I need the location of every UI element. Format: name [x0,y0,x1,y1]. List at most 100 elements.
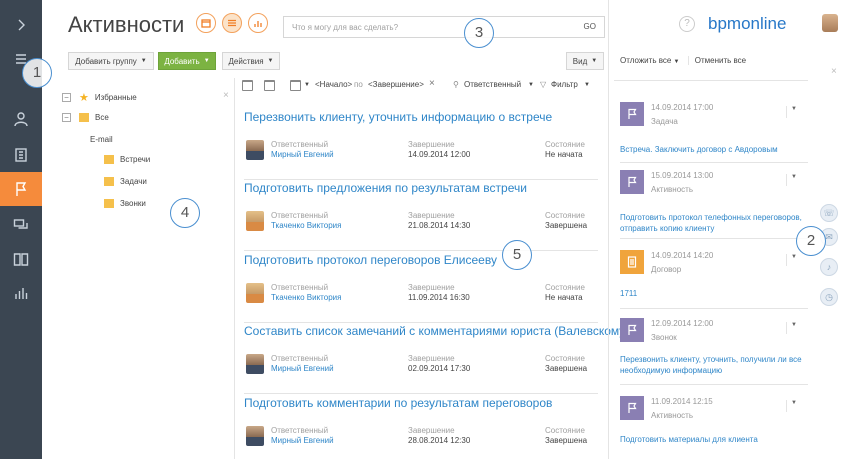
activity-row[interactable]: Подготовить предложения по результатам в… [244,181,598,251]
status-label: Состояние [545,140,585,149]
activity-title-link[interactable]: Подготовить предложения по результатам в… [244,181,527,195]
reminder-menu-chevron-icon[interactable]: ▼ [786,254,798,266]
close-panel-icon[interactable]: × [831,66,837,77]
activity-title-link[interactable]: Составить список замечаний с комментария… [244,324,629,338]
chevron-down-icon[interactable]: ▼ [584,82,590,88]
owner-link[interactable]: Мирный Евгений [271,150,334,159]
reminders-divider [614,80,808,81]
list-view-button[interactable] [222,13,242,33]
owner-filter-label[interactable]: Ответственный [464,80,521,89]
status-label: Состояние [545,211,585,220]
chevron-down-icon: ▼ [140,58,147,64]
status-value: Завершена [545,436,588,445]
search-go-button[interactable]: GO [584,22,596,31]
page-title: Активности [68,12,185,37]
reminder-type: Активность [651,185,694,194]
reminder-menu-chevron-icon[interactable]: ▼ [786,322,798,334]
collapse-icon[interactable]: − [62,112,71,122]
folder-icon [79,112,89,122]
tree-item-email[interactable]: E-mail [90,132,113,146]
sidebar-collapse-chevron-icon[interactable] [0,8,42,42]
document-icon [620,250,644,274]
owner-link[interactable]: Ткаченко Виктория [271,293,341,302]
help-icon[interactable]: ? [679,16,695,32]
activities-page: Активности GO ? bpmonline Добавить групп… [0,0,841,459]
reminder-link[interactable]: Встреча. Заключить договор с Авдоровым [620,144,808,155]
tree-item-meetings[interactable]: Встречи [104,152,150,166]
sidebar-knowledge-book-icon[interactable] [0,242,42,276]
command-search-input[interactable] [284,17,564,38]
flag-icon [620,318,644,342]
tree-item-label: E-mail [90,134,113,144]
reminder-link[interactable]: Подготовить протокол телефонных перегово… [620,212,808,234]
view-button[interactable]: Вид ▼ [566,52,604,70]
activity-row[interactable]: Подготовить комментарии по результатам п… [244,396,598,459]
chevron-down-icon: ▼ [203,58,210,64]
due-label: Завершение [408,283,455,292]
callout-3: 3 [464,18,494,48]
bell-icon[interactable]: ♪ [820,258,838,276]
filter-funnel-icon[interactable]: ▽ [540,80,546,89]
user-avatar[interactable] [822,14,838,32]
phone-icon[interactable]: ☏ [820,204,838,222]
callout-4: 4 [170,198,200,228]
owner-link[interactable]: Ткаченко Виктория [271,221,341,230]
sidebar-activities-flag-icon[interactable] [0,172,42,206]
sidebar-accounts-icon[interactable] [0,138,42,172]
calendar-view-button[interactable] [196,13,216,33]
folder-icon [104,154,114,164]
owner-link[interactable]: Мирный Евгений [271,436,334,445]
analytics-view-button[interactable] [248,13,268,33]
sidebar-dashboards-chart-icon[interactable] [0,276,42,310]
status-label: Состояние [545,354,585,363]
reminder-divider [620,384,808,385]
collapse-icon[interactable]: − [62,92,71,102]
reminder-menu-chevron-icon[interactable]: ▼ [786,106,798,118]
owner-label: Ответственный [271,283,329,292]
status-value: Завершена [545,364,588,373]
activity-title-link[interactable]: Подготовить комментарии по результатам п… [244,396,552,410]
chevron-down-icon[interactable]: ▼ [528,82,534,88]
panel-divider [234,78,235,459]
close-tree-icon[interactable]: × [223,90,229,101]
due-value: 28.08.2014 12:30 [408,436,471,445]
reminder-menu-chevron-icon[interactable]: ▼ [786,174,798,186]
reminder-link[interactable]: Перезвонить клиенту, уточнить, получили … [620,354,808,376]
period-end[interactable]: <Завершение> [368,80,424,89]
owner-filter-user-icon[interactable]: ⚲ [453,80,459,89]
activity-title-link[interactable]: Подготовить протокол переговоров Елисеев… [244,253,497,267]
actions-button[interactable]: Действия ▼ [222,52,280,70]
folder-icon [104,176,114,186]
owner-label: Ответственный [271,354,329,363]
tree-item-favorites[interactable]: − ★ Избранные [62,90,137,104]
command-line: GO [283,16,605,38]
reminder-link[interactable]: 1711 [620,288,808,299]
due-value: 21.08.2014 14:30 [408,221,471,230]
reminder-menu-chevron-icon[interactable]: ▼ [786,400,798,412]
sidebar-feed-chat-icon[interactable] [0,208,42,242]
alarm-clock-icon[interactable]: ◷ [820,288,838,306]
tree-item-calls[interactable]: Звонки [104,196,146,210]
add-activity-button[interactable]: Добавить ▼ [158,52,216,70]
activity-row[interactable]: Подготовить протокол переговоров Елисеев… [244,253,598,323]
owner-photo [246,211,264,231]
activity-row[interactable]: Перезвонить клиенту, уточнить информацию… [244,110,598,180]
actions-label: Действия [228,56,264,66]
activity-row[interactable]: Составить список замечаний с комментария… [244,324,629,394]
postpone-all-button[interactable]: Отложить все ▼ [620,56,680,65]
period-start[interactable]: <Начало> [315,80,352,89]
filter-label[interactable]: Фильтр [551,80,578,89]
clear-period-icon[interactable]: × [429,78,435,89]
flag-icon [620,396,644,420]
activity-title-link[interactable]: Перезвонить клиенту, уточнить информацию… [244,110,552,124]
reminder-date: 15.09.2014 13:00 [651,171,714,180]
tree-item-tasks[interactable]: Задачи [104,174,147,188]
chevron-down-icon[interactable]: ▼ [304,82,310,88]
add-group-button[interactable]: Добавить группу ▼ [68,52,154,70]
sidebar-contacts-icon[interactable] [0,102,42,136]
tree-item-all[interactable]: − Все [62,110,109,124]
reminder-link[interactable]: Подготовить материалы для клиента [620,434,808,445]
cancel-all-button[interactable]: Отменить все [687,56,747,65]
tree-item-label: Избранные [94,92,137,102]
owner-link[interactable]: Мирный Евгений [271,364,334,373]
